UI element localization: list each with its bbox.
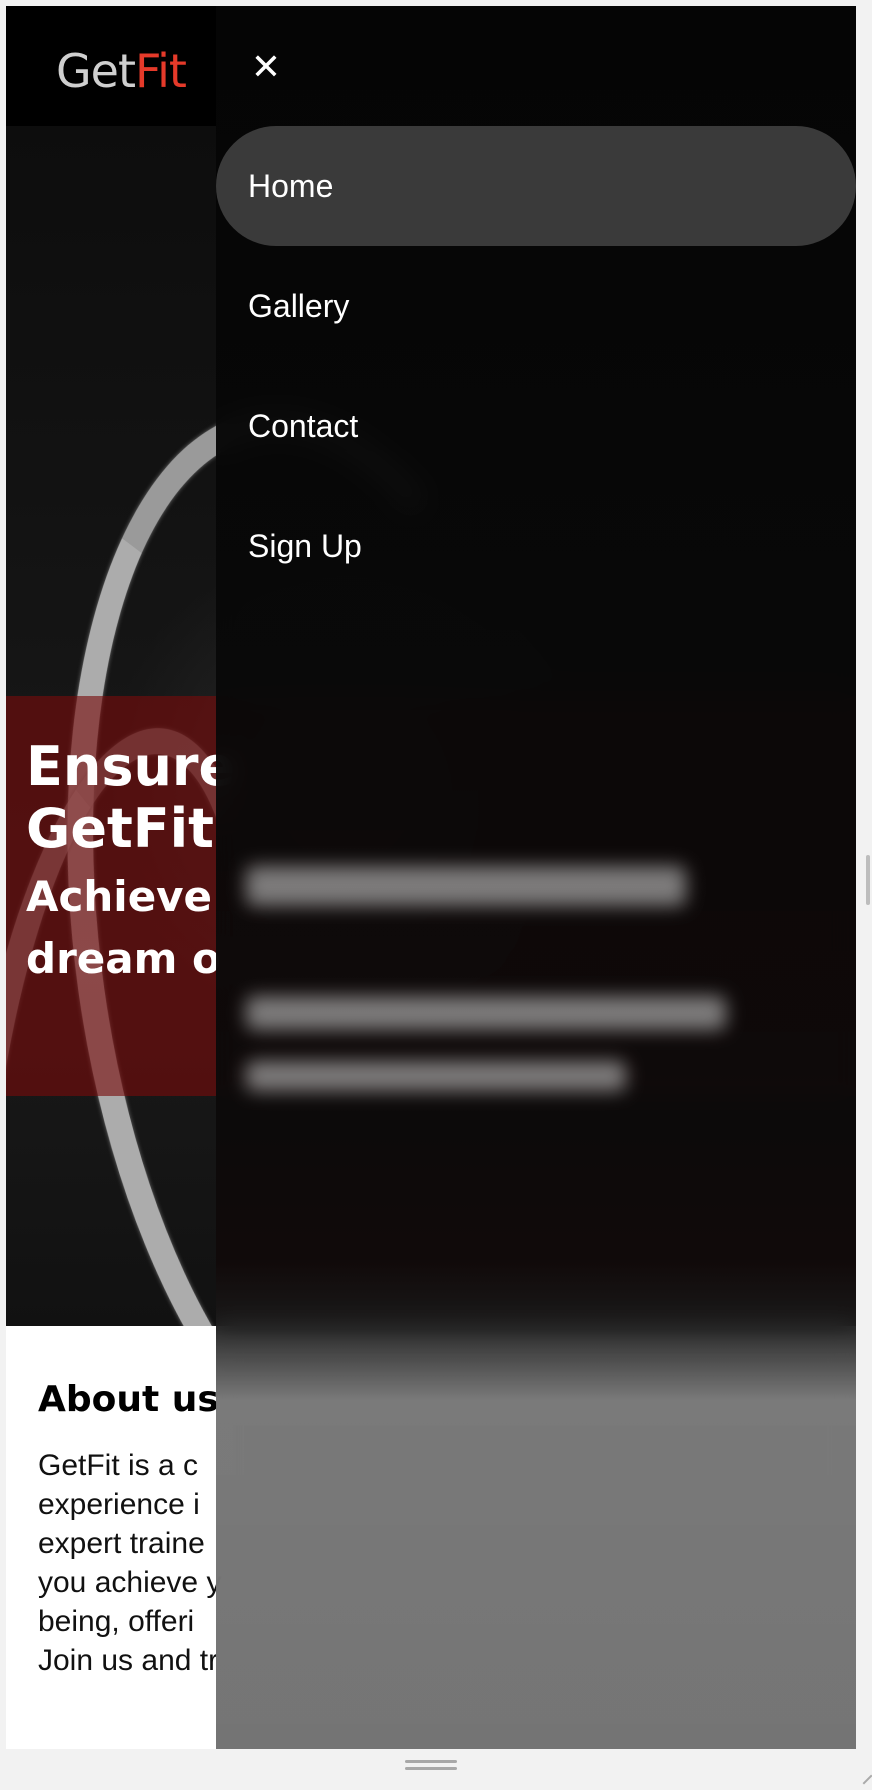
- blurred-content: [246, 866, 686, 906]
- drag-handle[interactable]: [405, 1760, 457, 1772]
- page-viewport: GetFit Ensure GetFit Achieve dream o Abo…: [6, 6, 856, 1749]
- resize-grip-icon[interactable]: [855, 1767, 872, 1785]
- nav-item-sign-up[interactable]: Sign Up: [216, 486, 856, 606]
- scrollbar-thumb[interactable]: [866, 855, 870, 905]
- navigation-drawer: ✕ Home Gallery Contact Sign Up: [216, 6, 856, 1749]
- site-logo[interactable]: GetFit: [56, 44, 187, 98]
- logo-get: Get: [56, 44, 136, 98]
- about-title: About us: [38, 1379, 219, 1420]
- nav-item-home[interactable]: Home: [216, 126, 856, 246]
- close-icon[interactable]: ✕: [248, 50, 284, 86]
- logo-fit: Fit: [134, 44, 187, 98]
- blurred-content: [246, 1061, 626, 1091]
- nav-item-gallery[interactable]: Gallery: [216, 246, 856, 366]
- nav-item-contact[interactable]: Contact: [216, 366, 856, 486]
- blurred-content: [246, 996, 726, 1030]
